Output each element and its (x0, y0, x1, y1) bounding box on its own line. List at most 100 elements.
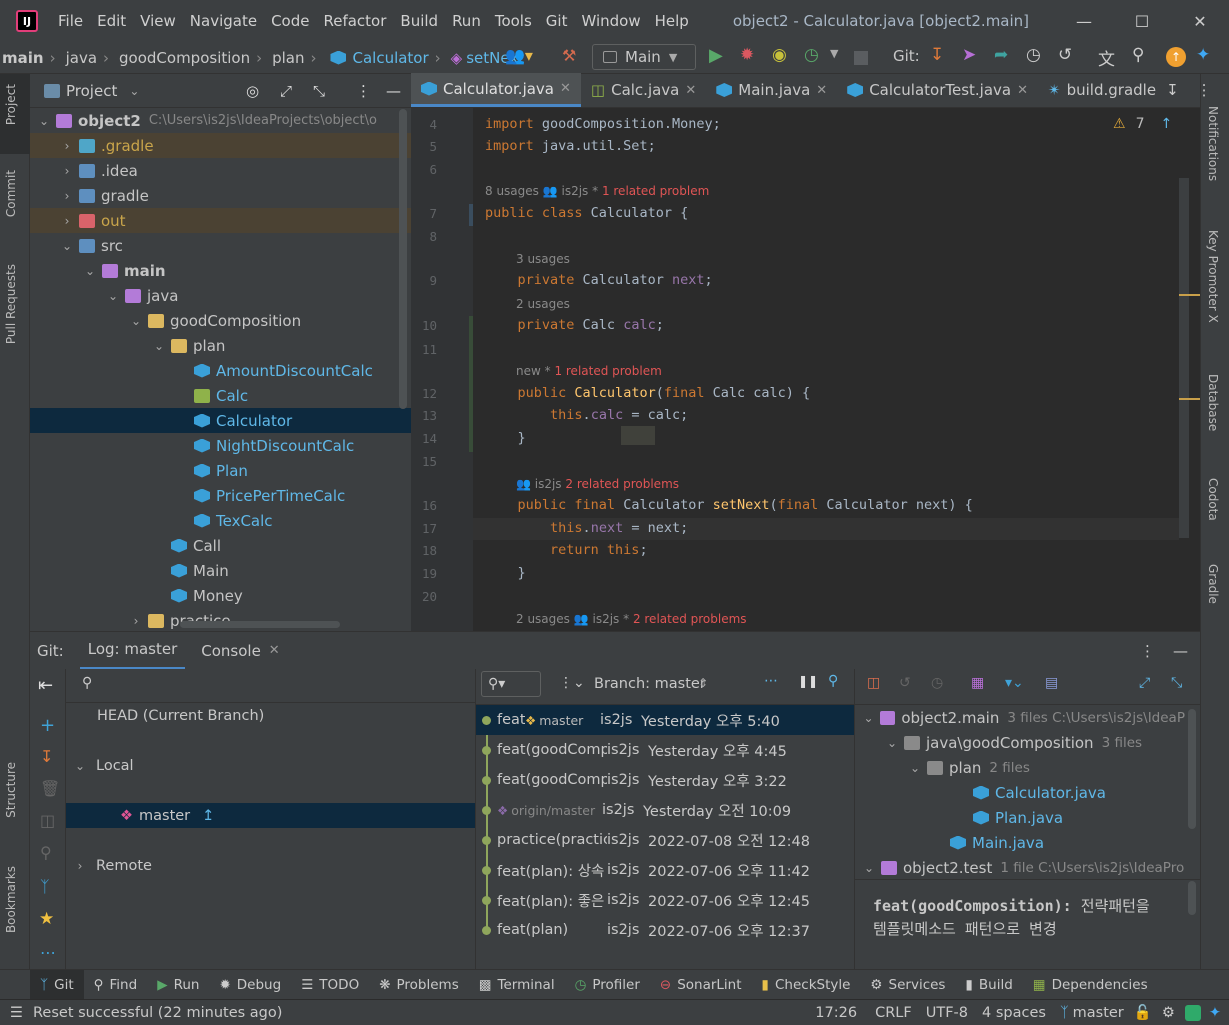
minimize-icon[interactable]: — (1055, 0, 1113, 42)
tree-node[interactable]: Calculator (30, 408, 411, 433)
code-editor[interactable]: ⚠7 ↑ ↓ import goodComposition.Money;impo… (473, 108, 1194, 631)
lock-icon[interactable]: 🔓 (1134, 1004, 1152, 1021)
search-icon[interactable]: ⚲ (828, 673, 838, 689)
close-tab-icon[interactable]: ✕ (560, 81, 571, 96)
stripe-key-promoter[interactable]: Key Promoter X (1206, 230, 1220, 323)
project-panel-title[interactable]: Project (66, 82, 117, 100)
changed-file-node[interactable]: Main.java (855, 830, 1185, 855)
stripe-structure[interactable]: Structure (4, 762, 18, 818)
menu-view[interactable]: View (140, 12, 176, 30)
tabs-more-icon[interactable]: ⋮ (1197, 81, 1212, 99)
hide-icon[interactable]: — (1173, 642, 1188, 660)
git-branch[interactable]: master (1073, 1005, 1124, 1021)
tool-problems[interactable]: ❋ Problems (369, 970, 469, 1000)
changed-file-node[interactable]: ⌄ plan 2 files (855, 755, 1185, 780)
tool-profiler[interactable]: ◷ Profiler (565, 970, 650, 1000)
stripe-database[interactable]: Database (1206, 374, 1220, 431)
chevron-down-icon[interactable]: ⌄ (128, 314, 144, 328)
commit-row[interactable]: feat(plan): 상속 is2js 2022-07-06 오후 11:42 (476, 855, 854, 885)
branch-master[interactable]: ❖ master ↥ (66, 803, 475, 828)
more-icon[interactable]: ⋯ (40, 943, 56, 962)
options-icon[interactable]: ⋮ (1140, 642, 1155, 660)
run-icon[interactable]: ▶ (709, 45, 723, 66)
tab-calculatortest-java[interactable]: CalculatorTest.java ✕ (837, 73, 1038, 107)
menu-file[interactable]: File (58, 12, 83, 30)
breadcrumb-calculator[interactable]: Calculator (352, 49, 428, 67)
search-icon[interactable]: ⚲ (1132, 45, 1144, 65)
menu-refactor[interactable]: Refactor (323, 12, 386, 30)
close-tab-icon[interactable]: ✕ (1017, 83, 1028, 98)
menu-window[interactable]: Window (581, 12, 640, 30)
stripe-bookmarks[interactable]: Bookmarks (4, 866, 18, 933)
tab-calc-java[interactable]: ◫ Calc.java ✕ (581, 73, 706, 107)
hide-icon[interactable]: — (386, 82, 401, 100)
more-filters-icon[interactable]: ⋯ (764, 673, 778, 689)
tree-node[interactable]: Calc (30, 383, 411, 408)
close-tab-icon[interactable]: ✕ (685, 83, 696, 98)
git-rollback-icon[interactable]: ↺ (1058, 45, 1072, 65)
stop-icon[interactable] (854, 51, 868, 65)
stripe-gradle[interactable]: Gradle (1206, 564, 1220, 604)
changed-file-node[interactable]: ⌄ java\goodComposition 3 files (855, 730, 1185, 755)
chevron-down-icon[interactable]: ⌄ (907, 761, 923, 775)
revert-icon[interactable]: ↺ (899, 675, 911, 691)
tree-node[interactable]: › .idea (30, 158, 411, 183)
editor-scrollbar[interactable] (1179, 108, 1200, 631)
branch-group-local[interactable]: ⌄ Local (66, 753, 475, 778)
chevron-down-icon[interactable]: ⌄ (129, 84, 139, 98)
expand-all-icon[interactable]: ⤢ (1139, 675, 1150, 691)
commit-row[interactable]: feat(❖masteris2jsYesterday 오후 5:40 (476, 705, 854, 735)
close-tab-icon[interactable]: ✕ (269, 643, 280, 658)
tree-node[interactable]: Money (30, 583, 411, 608)
tool-services[interactable]: ⚙ Services (860, 970, 955, 1000)
stripe-commit[interactable]: Commit (4, 170, 18, 217)
log-search-field[interactable]: ⚲▾ (481, 671, 541, 697)
tool-debug[interactable]: ✹ Debug (209, 970, 291, 1000)
tree-node[interactable]: ⌄ src (30, 233, 411, 258)
tool-git[interactable]: ᛉ Git (30, 969, 84, 1000)
menu-help[interactable]: Help (655, 12, 689, 30)
update-available-icon[interactable]: ↑ (1166, 47, 1186, 67)
git-push-icon[interactable]: ➦ (994, 45, 1008, 65)
filter-icon[interactable]: ▾⌄ (1005, 675, 1024, 691)
collaborators-icon[interactable]: 👥▾ (505, 46, 533, 65)
history-icon[interactable]: ◷ (931, 675, 943, 691)
more-run-chevron-icon[interactable]: ▼ (830, 47, 838, 60)
chevron-down-icon[interactable]: ⌄ (861, 711, 876, 725)
changes-scrollbar[interactable] (1188, 709, 1196, 829)
branch-group-remote[interactable]: › Remote (66, 853, 475, 878)
status-message[interactable]: Reset successful (22 minutes ago) (33, 1005, 282, 1021)
menu-code[interactable]: Code (271, 12, 309, 30)
chevron-updown-icon[interactable]: ⇕ (698, 676, 708, 690)
line-separator[interactable]: CRLF (875, 1005, 912, 1021)
codota-icon[interactable] (1184, 1004, 1201, 1021)
branch-head[interactable]: HEAD (Current Branch) (66, 703, 475, 728)
chevron-right-icon[interactable]: › (59, 214, 75, 228)
tool-todo[interactable]: ☰ TODO (291, 970, 369, 1000)
commit-row[interactable]: feat(goodComp is2js Yesterday 오후 4:45 (476, 735, 854, 765)
breadcrumb-goodcomposition[interactable]: goodComposition (119, 49, 250, 67)
inlay-hint[interactable]: 👥 is2js 2 related problems (516, 477, 679, 491)
tab-calculator-java[interactable]: Calculator.java ✕ (411, 73, 581, 107)
changed-file-node[interactable]: Plan.java (855, 805, 1185, 830)
tree-node[interactable]: PricePerTimeCalc (30, 483, 411, 508)
delete-icon[interactable]: 🗑 (40, 779, 60, 798)
changed-file-node[interactable]: ⌄ object2.test 1 file C:\Users\is2js\IdeaP… (855, 855, 1185, 880)
inlay-hint[interactable]: 8 usages 👥 is2js * 1 related problem (485, 184, 709, 198)
tab-log-master[interactable]: Log: master (79, 632, 186, 670)
tab-build-gradle[interactable]: ✴ build.gradle (1038, 73, 1166, 107)
search-icon[interactable]: ⚲ (40, 843, 52, 862)
menu-run[interactable]: Run (452, 12, 481, 30)
tree-node[interactable]: ⌄ main (30, 258, 411, 283)
tool-find[interactable]: ⚲ Find (84, 970, 148, 1000)
tool-terminal[interactable]: ▩ Terminal (469, 970, 565, 1000)
coverage-icon[interactable]: ◉ (772, 45, 787, 65)
menu-edit[interactable]: Edit (97, 12, 126, 30)
tree-node[interactable]: ⌄ plan (30, 333, 411, 358)
layout-icon[interactable]: ▤ (1045, 675, 1058, 691)
settings-icon[interactable]: ⚙ (1162, 1005, 1175, 1021)
inlay-hint[interactable]: 2 usages 👥 is2js * 2 related problems (516, 612, 747, 626)
translate-icon[interactable]: 文 (1098, 45, 1115, 70)
inlay-hint[interactable]: 3 usages (516, 252, 570, 266)
locate-icon[interactable]: ◎ (246, 82, 259, 100)
